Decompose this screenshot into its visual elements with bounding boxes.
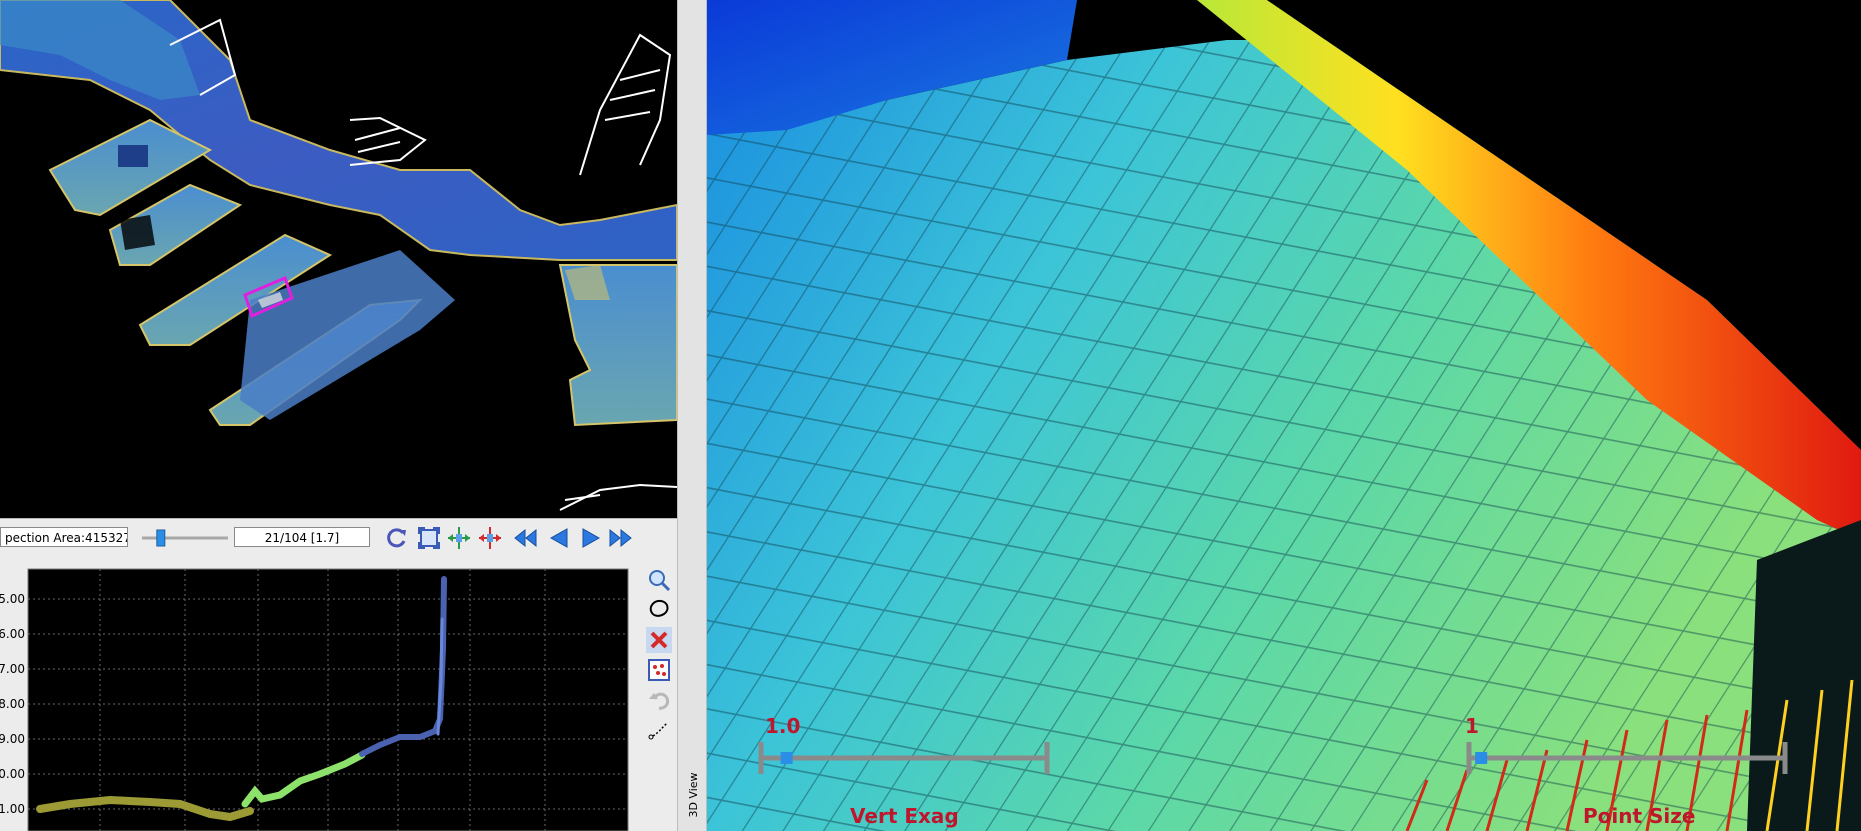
undo-icon[interactable] [646, 687, 672, 713]
vert-exag-slider[interactable]: 1.0 Vert Exag [757, 710, 1057, 831]
profile-panel: 5.00 6.00 7.00 8.00 9.00 10.00 11.00 [0, 557, 677, 831]
refresh-icon[interactable] [384, 525, 410, 551]
bathymetry-mosaic [0, 0, 677, 427]
line-tool-icon[interactable] [646, 717, 672, 743]
y-tick-label: 11.00 [0, 802, 25, 816]
zoom-icon[interactable] [646, 567, 672, 593]
y-tick-label: 7.00 [0, 662, 25, 676]
vert-exag-handle[interactable] [780, 752, 793, 764]
split-view-icon[interactable] [477, 525, 503, 551]
lasso-select-icon[interactable] [646, 597, 672, 623]
previous-frame-icon[interactable] [546, 525, 572, 551]
point-size-label: Point Size [1583, 804, 1696, 828]
map-2d-view[interactable] [0, 0, 677, 516]
y-tick-label: 10.00 [0, 767, 25, 781]
tab-3d-view[interactable]: 3D View [687, 760, 700, 830]
point-size-handle[interactable] [1475, 752, 1488, 764]
y-tick-label: 8.00 [0, 697, 25, 711]
y-tick-label: 6.00 [0, 627, 25, 641]
vert-exag-label: Vert Exag [850, 804, 959, 828]
profile-tools [640, 559, 677, 831]
playback-toolbar: pection Area:4153277 21/104 [1.7] [0, 518, 677, 558]
view-3d[interactable]: 1.0 Vert Exag 1 Point Size [707, 0, 1861, 831]
frame-slider-handle[interactable] [156, 529, 166, 547]
view-splitter[interactable]: 3D View [677, 0, 707, 831]
inspection-area-field: pection Area:4153277 [0, 527, 128, 547]
frame-slider[interactable] [140, 527, 230, 549]
center-view-icon[interactable] [446, 525, 472, 551]
tab-3d-view-label: 3D View [687, 772, 700, 818]
vert-exag-value: 1.0 [765, 714, 801, 738]
delete-icon[interactable] [646, 627, 672, 653]
last-frame-icon[interactable] [608, 525, 634, 551]
point-size-value: 1 [1465, 714, 1479, 738]
y-tick-label: 9.00 [0, 732, 25, 746]
next-frame-icon[interactable] [578, 525, 604, 551]
profile-plot[interactable]: 5.00 6.00 7.00 8.00 9.00 10.00 11.00 [0, 559, 640, 831]
first-frame-icon[interactable] [512, 525, 538, 551]
point-size-slider[interactable]: 1 Point Size [1465, 710, 1795, 831]
point-size-track[interactable] [1465, 738, 1795, 778]
left-pane: pection Area:4153277 21/104 [1.7] 5.00 6… [0, 0, 677, 831]
points-icon[interactable] [646, 657, 672, 683]
frame-counter: 21/104 [1.7] [234, 527, 370, 547]
vert-exag-track[interactable] [757, 738, 1057, 778]
fit-extent-icon[interactable] [416, 525, 442, 551]
point-cloud-3d[interactable] [707, 0, 1861, 831]
y-tick-label: 5.00 [0, 592, 25, 606]
